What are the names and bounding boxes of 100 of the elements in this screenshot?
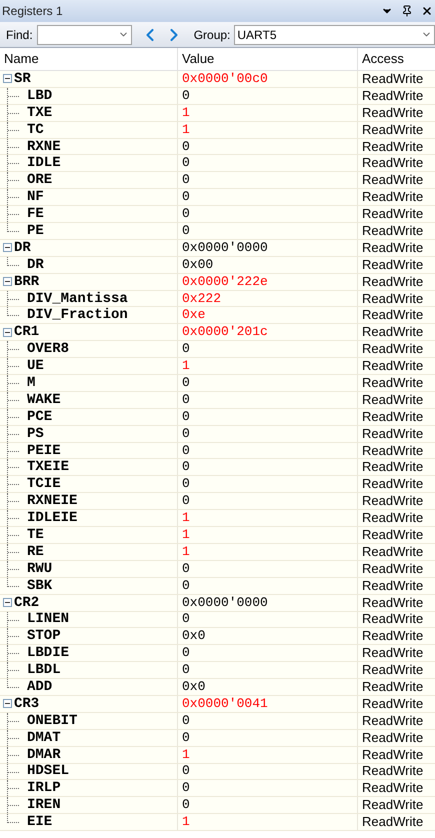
register-value: 0: [182, 173, 190, 188]
register-name: SBK: [27, 578, 52, 593]
access-text: ReadWrite: [362, 258, 424, 272]
register-value: 1: [182, 511, 190, 526]
register-name: DIV_Fraction: [27, 308, 128, 322]
register-name: IREN: [27, 798, 61, 812]
register-name: HDSEL: [27, 764, 70, 778]
collapse-toggle[interactable]: [3, 277, 12, 286]
register-name: LINEN: [27, 612, 70, 626]
access-text: ReadWrite: [362, 410, 424, 424]
access-text: ReadWrite: [362, 173, 424, 188]
access-text: ReadWrite: [362, 815, 424, 830]
register-value: 0: [182, 460, 190, 474]
access-text: ReadWrite: [362, 764, 424, 778]
access-text: ReadWrite: [362, 240, 424, 255]
register-value: 0: [182, 730, 190, 745]
access-text: ReadWrite: [362, 426, 424, 441]
register-value: 0: [182, 224, 190, 238]
close-icon[interactable]: [421, 5, 433, 17]
register-value: 0: [182, 410, 190, 424]
register-name: DIV_Mantissa: [27, 292, 128, 306]
find-label: Find:: [6, 26, 33, 44]
register-name: BRR: [14, 274, 40, 289]
access-text: ReadWrite: [362, 578, 424, 593]
access-text: ReadWrite: [362, 612, 424, 626]
column-header[interactable]: Value: [178, 48, 358, 70]
register-value: 0: [182, 663, 190, 678]
register-value: 1: [182, 748, 190, 762]
register-name: ONEBIT: [27, 714, 78, 728]
register-name: TCIE: [27, 477, 61, 492]
register-name: RXNEIE: [27, 494, 78, 508]
register-value: 1: [182, 815, 190, 830]
register-value: 0: [182, 426, 190, 441]
collapse-toggle[interactable]: [3, 328, 12, 337]
register-value: 1: [182, 528, 190, 542]
register-value: 0: [182, 612, 190, 626]
register-name: WAKE: [27, 392, 61, 407]
access-text: ReadWrite: [362, 748, 424, 762]
column-header[interactable]: Access: [358, 48, 435, 70]
access-text: ReadWrite: [362, 444, 424, 458]
register-name: TE: [27, 528, 44, 542]
access-text: ReadWrite: [362, 596, 424, 610]
register-value: 0x0000'0041: [182, 696, 268, 711]
collapse-toggle[interactable]: [3, 598, 12, 608]
access-text: ReadWrite: [362, 140, 424, 154]
register-value: 1: [182, 359, 190, 374]
access-text: ReadWrite: [362, 544, 424, 559]
register-value: 0: [182, 140, 190, 154]
group-dropdown[interactable]: UART5: [234, 24, 435, 44]
access-text: ReadWrite: [362, 292, 424, 306]
find-field[interactable]: [36, 24, 132, 44]
register-name: TC: [27, 122, 44, 137]
access-text: ReadWrite: [362, 460, 424, 474]
register-value: 0x0000'0000: [182, 240, 268, 255]
access-text: ReadWrite: [362, 72, 424, 86]
pin-icon[interactable]: [401, 5, 413, 17]
register-name: PS: [27, 426, 44, 441]
register-name: LBD: [27, 88, 52, 103]
register-value: 0: [182, 764, 190, 778]
register-value: 0x0000'201c: [182, 325, 268, 340]
register-name: IDLE: [27, 156, 61, 170]
access-text: ReadWrite: [362, 646, 424, 660]
register-name: LBDIE: [27, 646, 70, 660]
collapse-toggle[interactable]: [3, 74, 12, 84]
register-value: 0x0000'00c0: [182, 72, 268, 86]
collapse-toggle[interactable]: [3, 699, 12, 708]
register-value: 1: [182, 106, 190, 120]
register-name: EIE: [27, 815, 52, 830]
register-name: DMAT: [27, 730, 61, 745]
collapse-toggle[interactable]: [3, 243, 12, 252]
register-value: 0x00: [182, 258, 214, 272]
access-text: ReadWrite: [362, 528, 424, 542]
register-value: 0x0: [182, 680, 206, 694]
access-text: ReadWrite: [362, 190, 424, 204]
register-name: CR1: [14, 325, 40, 340]
access-text: ReadWrite: [362, 122, 424, 137]
register-name: DR: [27, 258, 44, 272]
register-name: CR2: [14, 596, 40, 610]
register-value: 1: [182, 544, 190, 559]
access-text: ReadWrite: [362, 730, 424, 745]
access-text: ReadWrite: [362, 308, 424, 322]
register-value: 0: [182, 88, 190, 103]
access-text: ReadWrite: [362, 274, 424, 289]
register-name: M: [27, 376, 36, 390]
register-value: 0: [182, 646, 190, 660]
column-header[interactable]: Name: [0, 48, 178, 70]
register-name: PE: [27, 224, 44, 238]
register-name: TXEIE: [27, 460, 70, 474]
access-text: ReadWrite: [362, 680, 424, 694]
register-name: UE: [27, 359, 44, 374]
register-value: 0x0000'222e: [182, 274, 268, 289]
register-value: 0: [182, 781, 190, 796]
register-value: 0: [182, 578, 190, 593]
access-text: ReadWrite: [362, 376, 424, 390]
access-text: ReadWrite: [362, 562, 424, 576]
group-label: Group:: [194, 26, 230, 44]
register-value: 0: [182, 494, 190, 508]
window-title: Registers 1: [2, 3, 63, 20]
register-name: STOP: [27, 629, 61, 644]
access-text: ReadWrite: [362, 359, 424, 374]
